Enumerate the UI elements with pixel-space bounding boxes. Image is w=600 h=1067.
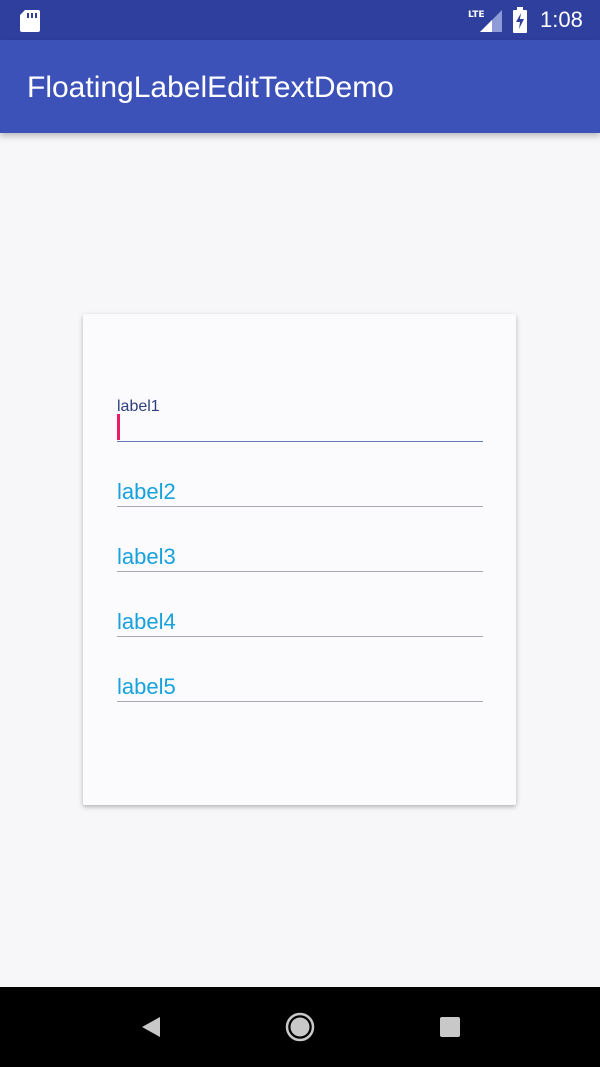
sd-card-icon	[20, 10, 40, 32]
label5-edit-text[interactable]: label5	[117, 674, 483, 702]
navigation-bar	[0, 987, 600, 1067]
status-clock: 1:08	[540, 7, 583, 32]
field-hint: label5	[117, 674, 176, 699]
field-hint: label2	[117, 479, 176, 504]
status-bar: LTE 1:08	[0, 0, 600, 40]
floating-label: label1	[117, 398, 160, 415]
svg-text:LTE: LTE	[468, 10, 485, 20]
battery-charging-icon	[513, 7, 527, 33]
field-hint: label3	[117, 544, 176, 569]
text-cursor	[117, 414, 120, 440]
home-icon[interactable]	[284, 1011, 316, 1043]
field-underline	[117, 506, 483, 507]
form-card: label1 label2 label3 label4 label5	[83, 314, 516, 805]
back-icon[interactable]	[134, 1011, 166, 1043]
recents-icon[interactable]	[434, 1011, 466, 1043]
lte-signal-icon: LTE	[468, 10, 502, 32]
field-underline	[117, 441, 483, 442]
label4-edit-text[interactable]: label4	[117, 609, 483, 637]
field-underline	[117, 571, 483, 572]
label1-edit-text[interactable]: label1	[117, 398, 483, 443]
app-title: FloatingLabelEditTextDemo	[27, 71, 394, 104]
field-underline	[117, 701, 483, 702]
main-content: label1 label2 label3 label4 label5	[0, 133, 600, 987]
app-screen: LTE 1:08 FloatingLabelEditTextDemo label…	[0, 0, 600, 1067]
field-hint: label4	[117, 609, 176, 634]
label2-edit-text[interactable]: label2	[117, 479, 483, 507]
field-underline	[117, 636, 483, 637]
app-toolbar: FloatingLabelEditTextDemo	[0, 40, 600, 133]
label3-edit-text[interactable]: label3	[117, 544, 483, 572]
